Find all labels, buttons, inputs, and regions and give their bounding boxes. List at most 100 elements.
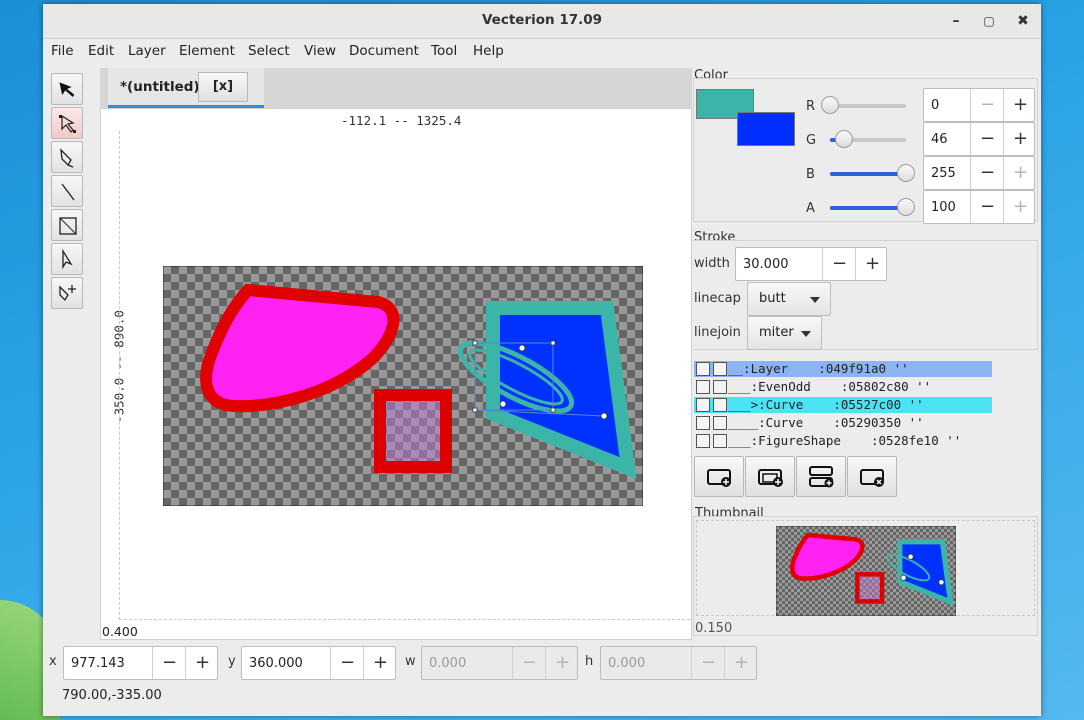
add-child-layer-icon [809, 466, 834, 488]
menu-view[interactable]: View [304, 43, 336, 59]
menu-bar: File Edit Layer Element Select View Docu… [43, 39, 1041, 64]
linecap-select[interactable]: butt [747, 282, 831, 316]
select-tool-button[interactable] [51, 73, 83, 105]
layer-row[interactable]: ____:Curve :05290350 '' [694, 415, 924, 431]
lock-icon[interactable] [713, 416, 727, 430]
lock-icon[interactable] [713, 434, 727, 448]
green-input[interactable] [924, 123, 970, 155]
alpha-input[interactable] [924, 191, 970, 223]
stroke-width-input[interactable] [736, 248, 822, 280]
red-increment-button[interactable]: + [1003, 89, 1037, 121]
green-decrement-button[interactable]: − [970, 123, 1004, 155]
cursor-position-status: 790.00,-335.00 [62, 688, 162, 703]
red-square-shape[interactable] [374, 389, 452, 473]
selection-handle[interactable] [472, 407, 478, 413]
zoom-level: 0.400 [102, 624, 138, 639]
green-spinbox: − + [923, 122, 1035, 156]
drawing-canvas[interactable]: -112.1 -- 1325.4 -350.0 -- 890.0 0.400 [100, 108, 692, 640]
close-icon[interactable]: ✖ [1013, 11, 1033, 31]
w-input [422, 647, 512, 679]
red-slider[interactable] [821, 96, 906, 114]
layer-row[interactable]: ___:FigureShape :0528fe10 '' [694, 433, 961, 449]
alpha-slider-knob[interactable] [897, 198, 915, 216]
stroke-width-increment-button[interactable]: + [855, 248, 889, 280]
layer-row[interactable]: __:Layer :049f91a0 '' [694, 361, 992, 377]
line-tool-button[interactable] [51, 175, 83, 207]
delete-element-button[interactable] [847, 456, 897, 497]
lock-icon[interactable] [713, 380, 727, 394]
layer-row[interactable]: ___>:Curve :05527c00 '' [694, 397, 992, 413]
menu-tool[interactable]: Tool [431, 43, 457, 59]
green-slider[interactable] [830, 130, 906, 148]
green-slider-knob[interactable] [834, 130, 853, 148]
h-increment-button: + [724, 647, 758, 679]
w-spinbox: − + [421, 646, 578, 680]
selection-handle[interactable] [472, 340, 478, 346]
eye-icon[interactable] [696, 416, 710, 430]
tab-close-button[interactable]: [x] [198, 72, 248, 102]
green-channel-label: G [806, 133, 817, 148]
x-decrement-button[interactable]: − [152, 647, 186, 679]
alpha-decrement-button[interactable]: − [970, 191, 1004, 223]
red-slider-knob[interactable] [821, 96, 839, 114]
alpha-channel-label: A [806, 201, 815, 216]
alpha-slider[interactable] [830, 198, 915, 216]
secondary-color-swatch[interactable] [737, 112, 795, 146]
layer-tree: __:Layer :049f91a0 '' ___:EvenOdd :05802… [694, 360, 1038, 458]
minimize-icon[interactable]: – [946, 11, 966, 31]
y-decrement-button[interactable]: − [330, 647, 364, 679]
menu-document[interactable]: Document [349, 43, 419, 59]
menu-select[interactable]: Select [248, 43, 290, 59]
chevron-down-icon [810, 297, 820, 303]
menu-help[interactable]: Help [473, 43, 504, 59]
lock-icon[interactable] [713, 398, 727, 412]
alpha-increment-button: + [1003, 191, 1037, 223]
eye-icon[interactable] [696, 362, 710, 376]
add-anchor-tool-button[interactable] [51, 277, 83, 309]
document-artboard[interactable] [163, 266, 643, 506]
menu-edit[interactable]: Edit [88, 43, 114, 59]
blue-slider-knob[interactable] [897, 164, 915, 182]
red-input[interactable] [924, 89, 970, 121]
eye-icon[interactable] [696, 434, 710, 448]
menu-file[interactable]: File [51, 43, 74, 59]
add-layer-icon [758, 469, 783, 487]
layer-row-label: ___>:Curve :05527c00 '' [728, 397, 924, 412]
y-label: y [228, 654, 236, 669]
node-select-tool-button[interactable] [51, 107, 83, 139]
green-increment-button[interactable]: + [1003, 123, 1037, 155]
rectangle-tool-button[interactable] [51, 209, 83, 241]
selection-handle[interactable] [550, 340, 556, 346]
pen-tool-button[interactable] [51, 141, 83, 173]
y-increment-button[interactable]: + [363, 647, 397, 679]
add-child-layer-button[interactable] [796, 456, 846, 497]
blue-decrement-button[interactable]: − [970, 157, 1004, 189]
control-point[interactable] [499, 400, 507, 408]
selection-handle[interactable] [550, 407, 556, 413]
x-increment-button[interactable]: + [185, 647, 219, 679]
add-layer-button[interactable] [745, 456, 795, 497]
stroke-width-spinbox: − + [735, 247, 887, 281]
w-label: w [405, 654, 416, 669]
thumbnail-preview[interactable] [776, 526, 956, 616]
eye-icon[interactable] [696, 380, 710, 394]
control-point[interactable] [518, 344, 526, 352]
blue-input[interactable] [924, 157, 970, 189]
stroke-panel: width − + linecap butt linejoin miter [693, 240, 1038, 350]
x-input[interactable] [64, 647, 152, 679]
lock-icon[interactable] [713, 362, 727, 376]
add-element-button[interactable] [694, 456, 744, 497]
maximize-icon[interactable]: ▢ [979, 11, 999, 31]
node-select-icon [59, 114, 76, 133]
knife-tool-button[interactable] [51, 243, 83, 275]
eye-icon[interactable] [696, 398, 710, 412]
control-point[interactable] [600, 412, 608, 420]
layer-row[interactable]: ___:EvenOdd :05802c80 '' [694, 379, 931, 395]
menu-element[interactable]: Element [179, 43, 235, 59]
linejoin-select[interactable]: miter [747, 316, 822, 350]
alpha-spinbox: − + [923, 190, 1035, 224]
y-input[interactable] [242, 647, 330, 679]
blue-slider[interactable] [830, 164, 915, 182]
stroke-width-decrement-button[interactable]: − [822, 248, 856, 280]
menu-layer[interactable]: Layer [128, 43, 166, 59]
